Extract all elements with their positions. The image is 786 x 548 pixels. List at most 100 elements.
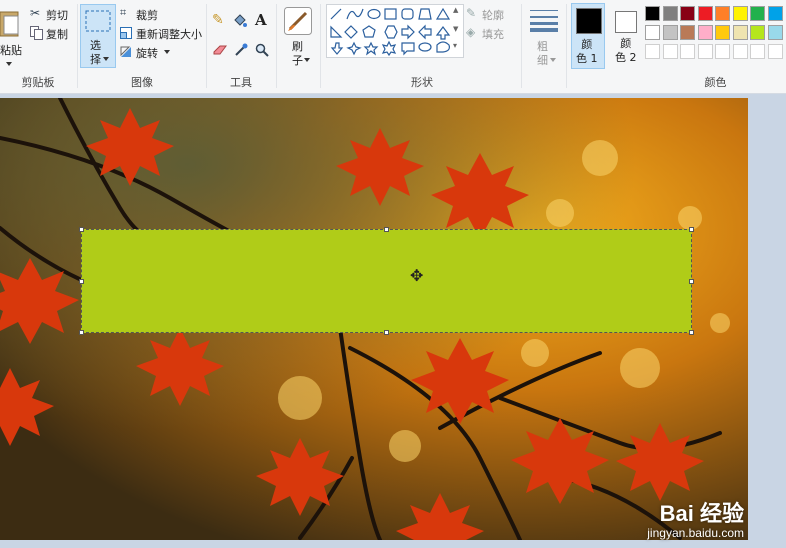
color2-label: 颜 色 2 <box>615 37 637 64</box>
chevron-down-icon <box>550 58 556 62</box>
brushes-button[interactable]: 刷 子 <box>280 4 316 68</box>
palette-empty-swatch[interactable] <box>767 44 783 59</box>
palette-swatch[interactable] <box>697 25 713 40</box>
palette-empty-swatch[interactable] <box>697 44 713 59</box>
fill-label: 填充 <box>482 28 504 41</box>
resize-label: 重新调整大小 <box>136 28 202 41</box>
resize-handle[interactable] <box>79 330 84 335</box>
fill-bucket-icon[interactable] <box>233 14 247 28</box>
palette-swatch[interactable] <box>732 6 748 21</box>
scroll-up-icon[interactable]: ▲ <box>453 6 458 14</box>
watermark-brand: Bai 经验 <box>659 501 744 526</box>
cut-button[interactable]: ✂ 剪切 <box>30 6 74 22</box>
pencil-icon[interactable]: ✎ <box>212 12 224 28</box>
palette-swatch[interactable] <box>750 25 765 40</box>
palette-swatch[interactable] <box>662 25 678 40</box>
outline-button[interactable]: ✎ 轮廓 <box>466 6 522 22</box>
clipboard-group: 粘贴 ✂ 剪切 复制 剪贴板 <box>0 0 76 93</box>
selection-rectangle[interactable]: ✥ <box>79 227 694 335</box>
divider <box>521 4 522 88</box>
expand-gallery-icon[interactable]: ▾ <box>453 41 457 50</box>
colors-group-label: 颜色 <box>704 76 727 89</box>
copy-label: 复制 <box>46 28 68 41</box>
brush-icon <box>284 7 312 35</box>
copy-button[interactable]: 复制 <box>30 25 74 41</box>
color2-button[interactable]: 颜 色 2 <box>610 3 644 69</box>
color1-label: 颜 色 1 <box>576 38 598 65</box>
clipboard-icon <box>0 11 19 37</box>
brushes-label: 刷 子 <box>292 40 303 67</box>
palette-swatch[interactable] <box>662 6 678 21</box>
select-icon <box>85 10 111 32</box>
text-icon[interactable]: A <box>255 11 267 29</box>
chevron-down-icon <box>6 62 12 66</box>
resize-handle[interactable] <box>384 227 389 232</box>
resize-handle[interactable] <box>689 279 694 284</box>
resize-handle[interactable] <box>689 330 694 335</box>
palette-swatch[interactable] <box>767 6 783 21</box>
palette-empty-swatch[interactable] <box>680 44 695 59</box>
select-label: 选 择 <box>90 39 101 66</box>
rotate-icon <box>120 46 131 57</box>
resize-handle[interactable] <box>79 279 84 284</box>
scroll-down-icon[interactable]: ▼ <box>453 25 458 33</box>
divider <box>276 4 277 88</box>
palette-swatch[interactable] <box>680 25 695 40</box>
magnifier-icon[interactable] <box>255 43 269 57</box>
rotate-label: 旋转 <box>136 47 158 60</box>
crop-icon: ⌗ <box>120 6 127 19</box>
color-picker-icon[interactable] <box>234 43 248 57</box>
shapes-gallery[interactable] <box>326 4 464 58</box>
palette-swatch[interactable] <box>750 6 765 21</box>
tools-group: ✎ A 工具 <box>207 0 275 93</box>
palette-empty-swatch[interactable] <box>750 44 765 59</box>
select-button[interactable]: 选 择 <box>80 4 116 68</box>
outline-icon: ✎ <box>466 6 477 20</box>
resize-handle[interactable] <box>79 227 84 232</box>
fill-button[interactable]: ◈ 填充 <box>466 25 522 41</box>
copy-icon <box>30 26 43 40</box>
ribbon: 粘贴 ✂ 剪切 复制 剪贴板 选 择 ⌗ 裁剪 重新调整大小 旋转 图像 ✎ A… <box>0 0 786 94</box>
palette-swatch[interactable] <box>697 6 713 21</box>
shapes-group: ▲ ▼ ▾ ✎ 轮廓 ◈ 填充 形状 <box>322 0 522 93</box>
paste-button[interactable]: 粘贴 <box>0 4 22 68</box>
shapes-group-label: 形状 <box>411 76 433 89</box>
palette-swatch[interactable] <box>645 25 660 40</box>
color1-swatch <box>576 8 602 34</box>
scissors-icon: ✂ <box>30 6 41 20</box>
palette-empty-swatch[interactable] <box>662 44 678 59</box>
crop-button[interactable]: ⌗ 裁剪 <box>120 6 204 22</box>
palette-swatch[interactable] <box>715 6 730 21</box>
tools-group-label: 工具 <box>230 76 252 89</box>
clipboard-group-label: 剪贴板 <box>21 76 55 89</box>
divider <box>320 4 321 88</box>
resize-icon <box>120 27 132 39</box>
palette-swatch[interactable] <box>767 25 783 40</box>
watermark: Bai 经验 jingyan.baidu.com <box>647 501 744 541</box>
watermark-url: jingyan.baidu.com <box>647 526 744 540</box>
brushes-group: 刷 子 <box>278 0 318 93</box>
resize-handle[interactable] <box>689 227 694 232</box>
divider <box>566 4 567 88</box>
palette-empty-swatch[interactable] <box>715 44 730 59</box>
rotate-button[interactable]: 旋转 <box>120 44 204 60</box>
palette-swatch[interactable] <box>680 6 695 21</box>
line-size-icon <box>530 10 558 32</box>
eraser-icon[interactable] <box>213 44 227 56</box>
resize-button[interactable]: 重新调整大小 <box>120 25 204 41</box>
chevron-down-icon <box>164 50 170 54</box>
palette-swatch[interactable] <box>715 25 730 40</box>
palette-empty-swatch[interactable] <box>732 44 748 59</box>
move-cursor-icon: ✥ <box>410 266 424 285</box>
chevron-down-icon <box>103 57 109 61</box>
crop-label: 裁剪 <box>136 9 158 22</box>
palette-swatch[interactable] <box>645 6 660 21</box>
palette-empty-swatch[interactable] <box>645 44 660 59</box>
resize-handle[interactable] <box>384 330 389 335</box>
outline-label: 轮廓 <box>482 9 504 22</box>
palette-swatch[interactable] <box>732 25 748 40</box>
color-palette: 颜色 <box>645 0 786 93</box>
cut-label: 剪切 <box>46 9 68 22</box>
color1-button[interactable]: 颜 色 1 <box>571 3 605 69</box>
size-button[interactable]: 粗 细 <box>526 4 562 68</box>
